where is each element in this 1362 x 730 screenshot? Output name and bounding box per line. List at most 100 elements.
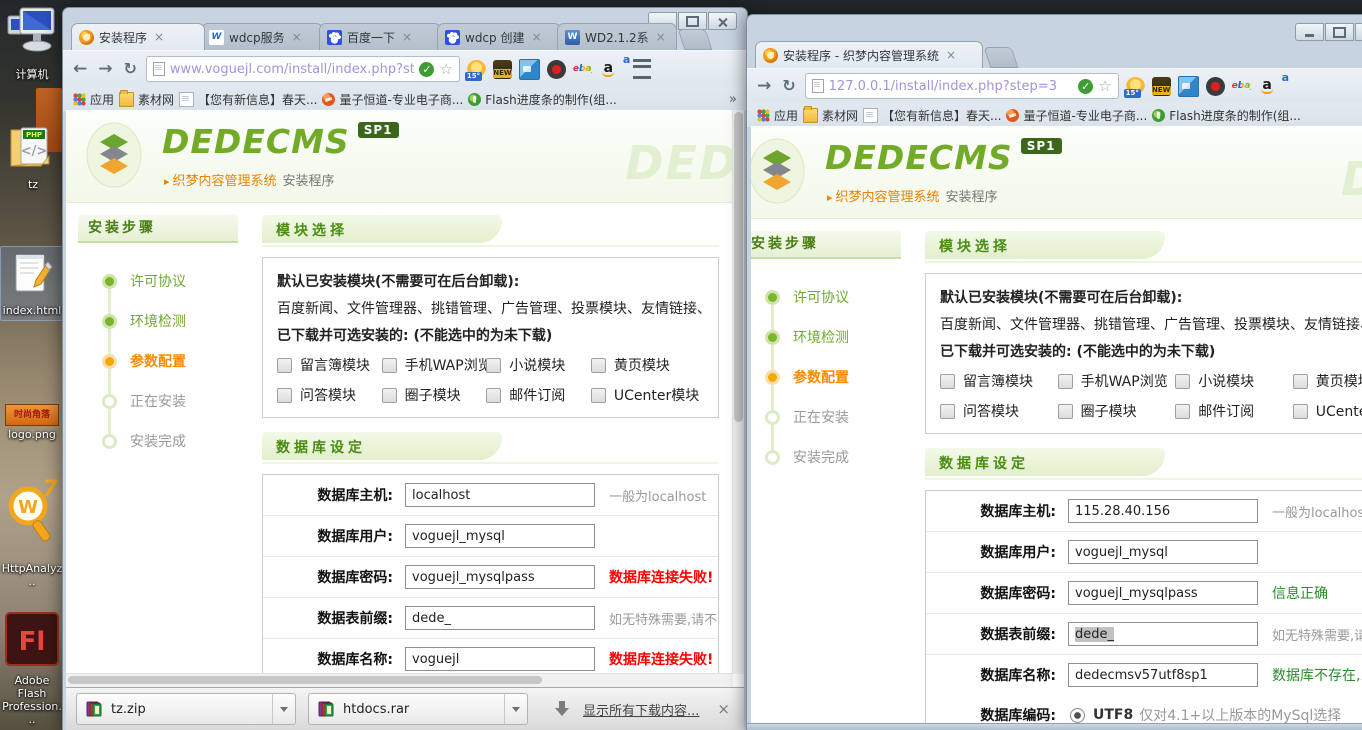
amazon-extension-icon[interactable]: a [1258,77,1277,96]
module-option[interactable]: 小说模块 [1175,371,1293,391]
new-tab-button[interactable] [678,29,713,50]
module-option[interactable]: 手机WAP浏览 [382,355,487,375]
bookmark-apps[interactable]: 应用 [757,107,798,124]
module-option[interactable]: 黄页模块 [1293,371,1362,391]
new-badge-extension-icon[interactable]: NEW [1152,77,1171,96]
desktop-icon-index-html[interactable]: index.html [0,246,64,321]
checkbox[interactable] [1058,404,1073,419]
desktop-icon-tz[interactable]: PHP </> tz [2,122,64,191]
checkbox[interactable] [277,358,292,373]
tab-installer[interactable]: 安装程序 [71,23,205,50]
address-bar[interactable]: www.voguejl.com/install/index.php?step [146,56,460,82]
bookmarks-overflow-chevron[interactable]: » [729,92,737,107]
maximize-button[interactable] [1325,23,1354,41]
checkbox[interactable] [1293,404,1308,419]
record-extension-icon[interactable] [547,60,566,79]
close-button[interactable] [708,12,737,30]
tab-close-icon[interactable] [152,30,166,44]
text-input[interactable]: localhost [405,483,595,507]
minimize-button[interactable] [1295,23,1324,41]
bookmark-star-icon[interactable] [439,60,452,78]
text-input[interactable]: voguejl_mysqlpass [1068,581,1258,605]
module-option[interactable]: 邮件订阅 [1175,401,1293,421]
module-option[interactable]: UCenter模块 [1293,401,1362,421]
checkbox[interactable] [382,388,397,403]
desktop-icon-logo-png[interactable]: 时尚角落 logo.png [1,404,63,441]
reload-button[interactable] [780,76,797,97]
bookmark-quantum[interactable]: 量子恒道-专业电子商... [1006,107,1147,124]
module-option[interactable]: 留言簿模块 [277,355,382,375]
text-input[interactable]: voguejl_mysqlpass [405,565,595,589]
tab-close-icon[interactable] [944,48,958,62]
maximize-button[interactable] [678,12,707,30]
tab-installer[interactable]: 安装程序 - 织梦内容管理系统 [755,41,983,68]
text-input[interactable]: voguejl_mysql [405,524,595,548]
bookmark-message[interactable]: 【您有新信息】春天... [863,107,1001,124]
checkbox[interactable] [277,388,292,403]
bookmark-sucai[interactable]: 素材网 [119,91,174,108]
checkbox[interactable] [1058,374,1073,389]
text-input[interactable]: dede_ [405,606,595,630]
module-option[interactable]: 邮件订阅 [486,385,591,405]
new-tab-button[interactable] [984,47,1019,68]
bookmark-quantum[interactable]: 量子恒道-专业电子商... [322,91,463,108]
photos-extension-icon[interactable] [519,59,540,80]
tab-close-icon[interactable] [654,30,668,44]
text-input[interactable]: voguejl_mysql [1068,540,1258,564]
checkbox[interactable] [486,358,501,373]
bookmark-apps[interactable]: 应用 [73,91,114,108]
record-extension-icon[interactable] [1206,77,1225,96]
checkbox[interactable] [591,358,606,373]
bookmark-star-icon[interactable] [1098,77,1111,95]
menu-button[interactable] [633,59,651,79]
weather-extension-icon[interactable]: 15° [1126,77,1145,96]
module-option[interactable]: 小说模块 [486,355,591,375]
text-input[interactable]: dedecmsv57utf8sp1 [1068,663,1258,687]
checkbox[interactable] [486,388,501,403]
bookmark-sucai[interactable]: 素材网 [803,107,858,124]
back-button[interactable] [71,59,89,80]
tab-wdcp-service[interactable]: wdcp服务 [201,23,323,50]
download-bar-close[interactable] [713,700,734,718]
checkbox[interactable] [591,388,606,403]
checkbox[interactable] [382,358,397,373]
tab-baidu[interactable]: 百度一下 [319,23,441,50]
checkbox[interactable] [940,374,955,389]
text-input[interactable]: voguejl [405,647,595,671]
amazon-extension-icon[interactable]: a [599,60,618,79]
download-item-htdocs[interactable]: htdocs.rar [308,693,528,725]
module-option[interactable]: 手机WAP浏览 [1058,371,1176,391]
horizontal-scrollbar-thumb[interactable] [68,676,542,684]
tab-close-icon[interactable] [529,30,543,44]
bookmark-flash[interactable]: Flash进度条的制作(组... [468,91,617,108]
bookmark-message[interactable]: 【您有新信息】春天... [179,91,317,108]
tab-close-icon[interactable] [290,30,304,44]
module-option[interactable]: 黄页模块 [591,355,704,375]
close-button[interactable] [1355,23,1362,41]
download-dropdown[interactable] [505,694,527,724]
forward-button[interactable] [755,76,773,97]
address-bar[interactable]: 127.0.0.1/install/index.php?step=3 [805,73,1119,99]
new-badge-extension-icon[interactable]: NEW [493,60,512,79]
forward-button[interactable] [96,59,114,80]
tab-close-icon[interactable] [400,30,414,44]
vertical-scrollbar-thumb[interactable] [734,112,743,422]
weather-extension-icon[interactable]: 15° [467,60,486,79]
module-option[interactable]: UCenter模块 [591,385,704,405]
download-item-tz[interactable]: tz.zip [76,693,296,725]
tab-wdcp-create[interactable]: wdcp 创建 [437,23,561,50]
tab-wd212[interactable]: WD2.1.2系 [557,23,677,50]
desktop-icon-httpanalyzer[interactable]: 7 W HttpAnalyz.. [1,478,63,588]
photos-extension-icon[interactable] [1178,76,1199,97]
module-option[interactable]: 留言簿模块 [940,371,1058,391]
module-option[interactable]: 问答模块 [940,401,1058,421]
text-input[interactable]: 115.28.40.156 [1068,499,1258,523]
show-all-downloads-link[interactable]: 显示所有下载内容... [583,700,699,719]
download-dropdown[interactable] [273,694,295,724]
module-option[interactable]: 问答模块 [277,385,382,405]
bookmark-flash[interactable]: Flash进度条的制作(组... [1152,107,1301,124]
checkbox[interactable] [940,404,955,419]
checkbox[interactable] [1175,404,1190,419]
ebay-extension-icon[interactable]: ebay [573,60,592,79]
reload-button[interactable] [122,59,139,80]
